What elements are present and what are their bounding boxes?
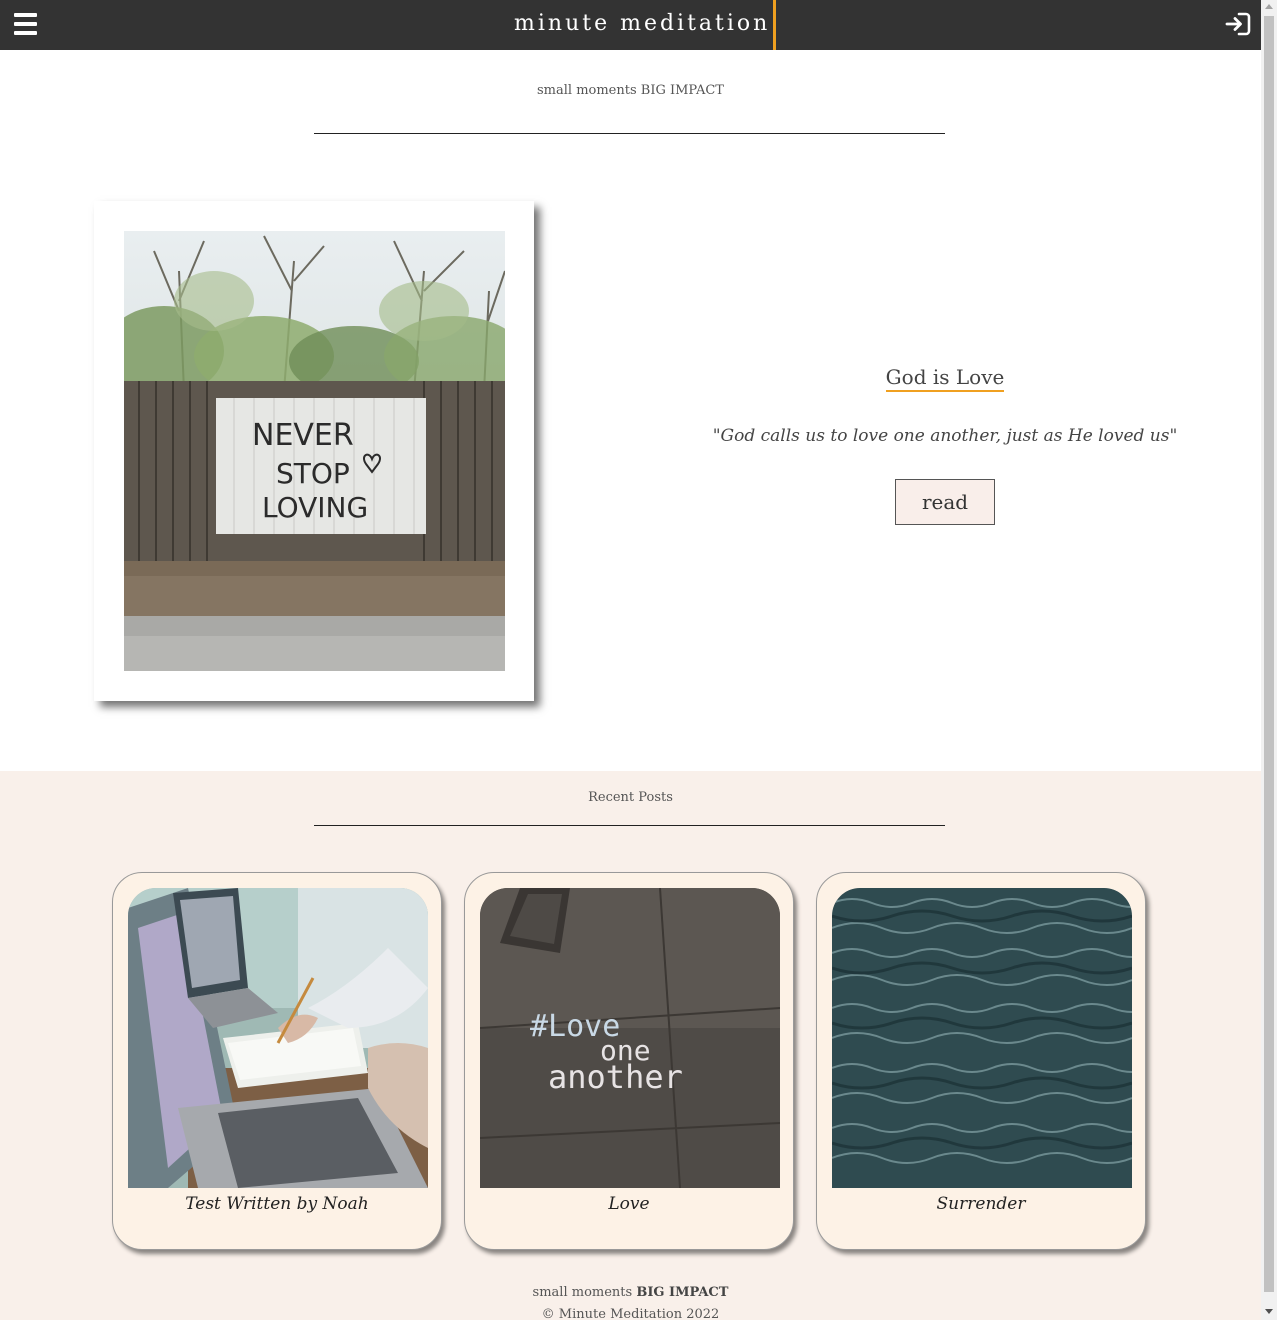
post-image-love-one-another[interactable]: #Love one another <box>480 888 780 1188</box>
sign-in-icon[interactable] <box>1225 11 1251 37</box>
post-image-water[interactable] <box>832 888 1132 1188</box>
post-image-text-line-3: another <box>548 1058 683 1096</box>
post-card-surrender[interactable]: Surrender <box>816 872 1146 1250</box>
featured-image-text-line-3: LOVING <box>262 491 368 524</box>
hamburger-menu-icon[interactable] <box>14 13 37 35</box>
top-nav-bar: minute meditation <box>0 0 1261 50</box>
site-brand[interactable]: minute meditation <box>514 0 777 50</box>
featured-image-text-line-2: STOP <box>276 457 350 490</box>
scroll-down-arrow-icon[interactable] <box>1265 1309 1273 1314</box>
divider <box>314 825 945 826</box>
featured-image-never-stop-loving[interactable]: NEVER STOP LOVING <box>124 231 505 671</box>
footer-tagline: small moments BIG IMPACT <box>0 1285 1261 1300</box>
hero-tagline: small moments BIG IMPACT <box>537 83 724 98</box>
post-card-test-written-by-noah[interactable]: Test Written by Noah <box>112 872 442 1250</box>
recent-posts-section: Recent Posts Test Written by Noah #Love … <box>0 771 1261 1320</box>
page-scrollbar[interactable] <box>1261 0 1277 1320</box>
featured-post-title[interactable]: God is Love <box>760 365 1130 392</box>
post-title[interactable]: Surrender <box>817 1194 1145 1214</box>
divider <box>314 133 945 134</box>
post-title[interactable]: Test Written by Noah <box>113 1194 441 1214</box>
footer-tagline-small: small moments <box>532 1285 633 1300</box>
scroll-up-arrow-icon[interactable] <box>1265 4 1273 9</box>
featured-image-frame: NEVER STOP LOVING <box>94 201 534 701</box>
scrollbar-thumb[interactable] <box>1264 16 1274 1292</box>
recent-posts-heading: Recent Posts <box>588 790 673 805</box>
featured-post-quote: "God calls us to love one another, just … <box>712 426 1178 446</box>
footer-tagline-bold: BIG IMPACT <box>636 1285 729 1300</box>
featured-image-text-line-1: NEVER <box>252 418 354 453</box>
post-card-love[interactable]: #Love one another Love <box>464 872 794 1250</box>
footer-copyright: © Minute Meditation 2022 <box>541 1307 720 1320</box>
post-title[interactable]: Love <box>465 1194 793 1214</box>
post-image-laptops[interactable] <box>128 888 428 1188</box>
read-button[interactable]: read <box>895 479 995 525</box>
